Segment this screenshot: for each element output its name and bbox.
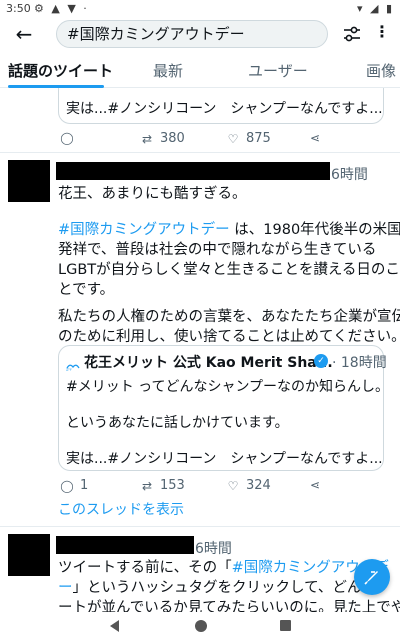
quote-time: · 18時間 [332,355,387,371]
retweet-button[interactable]: ⇄ 380 [140,131,185,146]
share-icon: ⋖ [309,131,321,145]
share-icon: ⋖ [309,478,321,492]
show-thread-link[interactable]: このスレッドを表示 [58,499,184,519]
tweet-text-line: LGBTが自分らしく堂々と生きることを讃える日のこ [58,262,400,278]
tab-latest[interactable]: 最新 [153,60,183,81]
tweet-text-line: #国際カミングアウトデー は、1980年代後半の米国 [58,222,400,238]
redacted-username [56,162,330,180]
nav-recents-icon[interactable] [280,620,291,631]
avatar[interactable] [8,534,50,576]
reply-count: 1 [80,478,89,493]
share-button[interactable]: ⋖ [308,478,322,492]
avatar[interactable] [8,160,50,202]
search-header: ← #国際カミングアウトデー ⋮ [0,18,400,52]
quote-text: 実は...#ノンシリコーン シャンプーなんですよ... [66,451,383,467]
filter-icon[interactable] [342,24,362,44]
compose-button[interactable] [354,559,390,595]
status-time: 3:50 [6,2,31,15]
like-icon: ♡ [227,478,239,493]
tweet-text-line: ツイートする前に、その「#国際カミングアウトデ [58,560,389,576]
svg-text:花王: 花王 [66,367,72,371]
like-button[interactable]: ♡ 324 [226,478,271,493]
retweet-icon: ⇄ [141,131,153,146]
notification-icons: ⚙ ▲ ▼ · [34,2,89,15]
retweet-count: 153 [160,478,185,493]
reply-button[interactable]: ◯ 1 [60,478,88,493]
quote-text: #メリット ってどんなシャンプーなのか知らんし。 [66,379,390,395]
divider [0,152,400,153]
brand-logo: 花王 [66,356,80,372]
quote-text: というあなたに話しかけています。 [66,415,289,431]
system-nav-bar [0,612,400,640]
tweet-time[interactable]: 6時間 [195,538,232,558]
tweet-text-line: のために利用し、使い捨てることは止めてください。 [58,329,400,345]
tab-users[interactable]: ユーザー [248,60,308,81]
like-count: 324 [246,478,271,493]
tweet-text-line: 花王、あまりにも酷すぎる。 [58,186,247,202]
back-arrow-icon[interactable]: ← [12,22,36,46]
redacted-username [56,536,194,554]
quote-author-name: 花王メリット 公式 Kao Merit Sha... [84,355,333,371]
retweet-button[interactable]: ⇄ 153 [140,478,185,493]
quote-text: 実は...#ノンシリコーン シャンプーなんですよ... [66,101,383,117]
verified-icon: ✓ [314,354,328,368]
reply-icon: ◯ [60,131,74,145]
search-input[interactable]: #国際カミングアウトデー [56,20,328,48]
tweet-text-line: とです。 [58,282,115,298]
more-vert-icon[interactable]: ⋮ [374,22,390,41]
reply-icon: ◯ [60,478,74,493]
divider [0,526,400,527]
like-count: 875 [246,131,271,146]
nav-back-icon[interactable] [110,620,119,632]
reply-button[interactable]: ◯ [60,131,74,145]
share-button[interactable]: ⋖ [308,131,322,145]
nav-home-icon[interactable] [195,620,207,632]
system-icons: ▾ ◢ ▮ [356,2,394,15]
retweet-icon: ⇄ [141,478,153,493]
hashtag-link[interactable]: #国際カミングアウトデー [58,222,230,238]
like-icon: ♡ [227,131,239,146]
search-tabs: 話題のツイート 最新 ユーザー 画像 [0,56,400,88]
tweet-text-line: 私たちの人権のための言葉を、あなたたち企業が宣伝 [58,309,400,325]
compose-icon [364,571,378,585]
tweet-text-line: ー」というハッシュタグをクリックして、どんな [58,580,376,596]
hashtag-link[interactable]: ー [58,580,73,596]
tab-top[interactable]: 話題のツイート [8,60,113,81]
like-button[interactable]: ♡ 875 [226,131,271,146]
retweet-count: 380 [160,131,185,146]
tweet-time[interactable]: 6時間 [331,164,368,184]
tab-images[interactable]: 画像 [366,60,396,81]
status-bar: 3:50 ⚙ ▲ ▼ · ▾ ◢ ▮ [0,0,400,18]
tweet-text-line: 発祥で、普段は社会の中で隠れながら生きている [58,242,377,258]
